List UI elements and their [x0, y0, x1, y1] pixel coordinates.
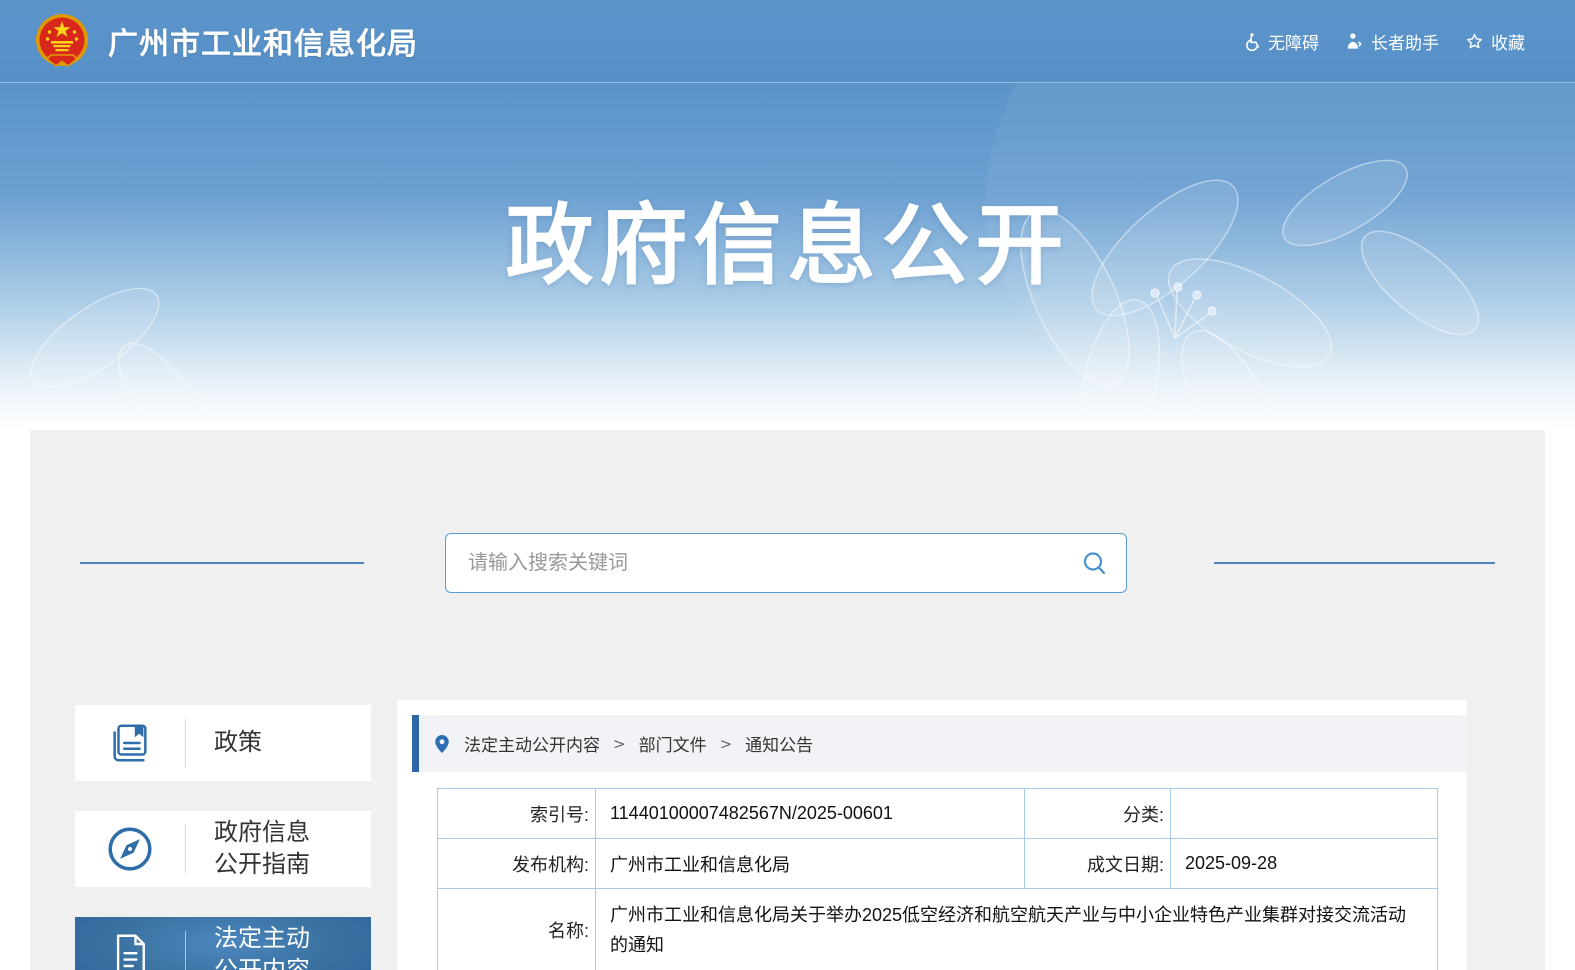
breadcrumb-separator: > [613, 734, 626, 753]
header-links: 无障碍 长者助手 收藏 [1242, 29, 1525, 54]
favorite-label: 收藏 [1491, 33, 1525, 53]
document-name-value: 广州市工业和信息化局关于举办2025低空经济和航空航天产业与中小企业特色产业集群… [595, 888, 1438, 970]
elder-icon [1347, 32, 1362, 49]
document-name-label: 名称: [437, 888, 596, 970]
sidebar-item-label: 政策 [214, 728, 262, 756]
left-divider-line [80, 562, 364, 564]
book-icon [75, 720, 185, 766]
star-icon [1466, 33, 1483, 48]
issue-date-label: 成文日期: [1024, 838, 1171, 889]
sidebar-item-label: 政府信息公开指南 [214, 818, 310, 878]
breadcrumb: 法定主动公开内容 > 部门文件 > 通知公告 [412, 715, 1467, 772]
issuing-agency-value: 广州市工业和信息化局 [595, 838, 1025, 889]
accessibility-label: 无障碍 [1268, 33, 1319, 53]
accessibility-link[interactable]: 无障碍 [1242, 29, 1319, 54]
compass-icon [75, 824, 185, 874]
sidebar: 政策 政府信息公开指南 法定主动 [75, 705, 371, 970]
search-button[interactable] [1081, 550, 1108, 577]
document-info-table: 索引号: 11440100007482567N/2025-00601 分类: 发… [437, 788, 1438, 970]
content-card: 政策 政府信息公开指南 [30, 430, 1545, 970]
main-row: 政策 政府信息公开指南 法定主动 法定主动公开内容 > 部门文件 > 通知公告 … [30, 700, 1545, 970]
table-row: 名称: 广州市工业和信息化局关于举办2025低空经济和航空航天产业与中小企业特色… [437, 888, 1438, 970]
sidebar-item-divider [185, 719, 186, 767]
site-title: 广州市工业和信息化局 [108, 28, 418, 61]
table-row: 发布机构: 广州市工业和信息化局 成文日期: 2025-09-28 [437, 838, 1438, 889]
search-row [30, 430, 1545, 593]
banner: 政府信息公开 [0, 83, 1575, 430]
table-row: 索引号: 11440100007482567N/2025-00601 分类: [437, 788, 1438, 839]
header-left: 广州市工业和信息化局 [34, 13, 418, 69]
sidebar-item-label: 法定主动公开内容 [214, 924, 310, 970]
breadcrumb-separator: > [719, 734, 733, 753]
location-pin-icon [435, 734, 449, 753]
page-title: 政府信息公开 [505, 196, 1070, 295]
category-label: 分类: [1024, 788, 1171, 839]
search-box [445, 533, 1127, 593]
sidebar-item-divider [185, 931, 186, 970]
elder-assistant-label: 长者助手 [1371, 33, 1439, 53]
search-icon [1083, 551, 1106, 574]
issue-date-value: 2025-09-28 [1170, 838, 1438, 889]
sidebar-item-divider [185, 825, 186, 873]
wheelchair-icon [1245, 32, 1260, 51]
content-panel: 法定主动公开内容 > 部门文件 > 通知公告 索引号: 114401000074… [397, 700, 1467, 970]
site-header: 广州市工业和信息化局 无障碍 长者助手 收藏 [0, 0, 1575, 83]
document-icon [75, 931, 185, 970]
breadcrumb-item-notices[interactable]: 通知公告 [745, 731, 813, 756]
category-value [1170, 788, 1438, 839]
search-input[interactable] [466, 550, 1081, 576]
breadcrumb-item-department-files[interactable]: 部门文件 [639, 731, 707, 756]
sidebar-item-statutory-disclosure[interactable]: 法定主动公开内容 [75, 917, 371, 970]
index-number-label: 索引号: [437, 788, 596, 839]
sidebar-item-guide[interactable]: 政府信息公开指南 [75, 811, 371, 887]
index-number-value: 11440100007482567N/2025-00601 [595, 788, 1025, 839]
right-divider-line [1214, 562, 1495, 564]
elder-assistant-link[interactable]: 长者助手 [1345, 29, 1439, 54]
favorite-link[interactable]: 收藏 [1465, 29, 1525, 54]
breadcrumb-item-statutory[interactable]: 法定主动公开内容 [464, 731, 600, 756]
national-emblem-icon [36, 14, 88, 68]
issuing-agency-label: 发布机构: [437, 838, 596, 889]
sidebar-item-policy[interactable]: 政策 [75, 705, 371, 781]
